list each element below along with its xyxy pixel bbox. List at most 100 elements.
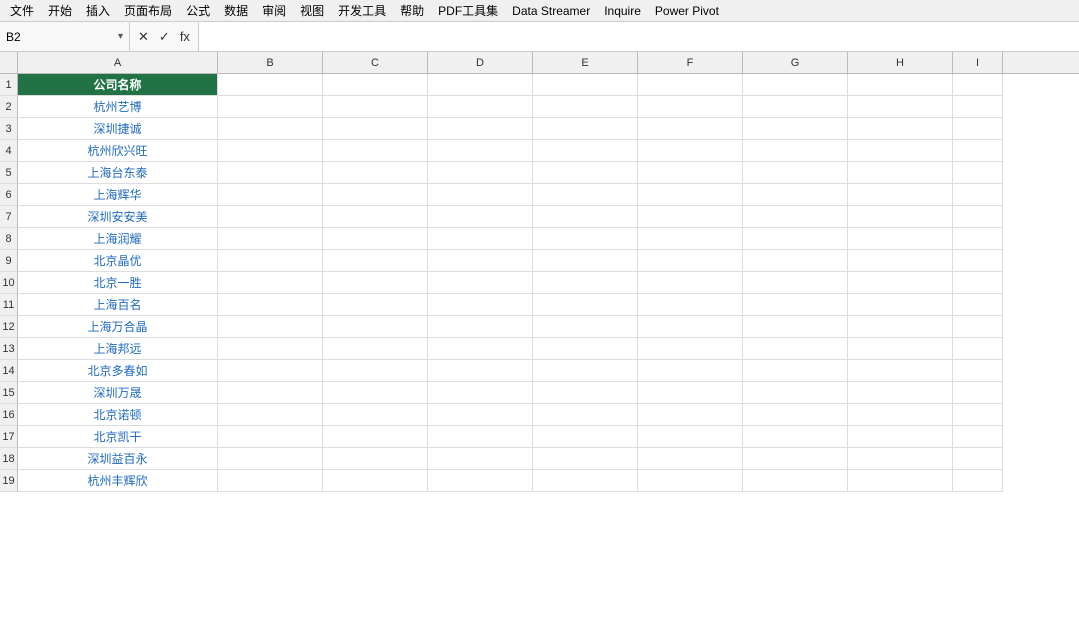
cell-H4[interactable] (848, 140, 953, 162)
cell-A13[interactable]: 上海邦远 (18, 338, 218, 360)
cell-D7[interactable] (428, 206, 533, 228)
cell-E14[interactable] (533, 360, 638, 382)
row-header-8[interactable]: 8 (0, 228, 18, 250)
cell-A7[interactable]: 深圳安安美 (18, 206, 218, 228)
cell-B16[interactable] (218, 404, 323, 426)
cell-F3[interactable] (638, 118, 743, 140)
cell-G18[interactable] (743, 448, 848, 470)
cell-A14[interactable]: 北京多春如 (18, 360, 218, 382)
cell-C13[interactable] (323, 338, 428, 360)
menu-item-10[interactable]: PDF工具集 (432, 0, 504, 21)
cell-I17[interactable] (953, 426, 1003, 448)
cell-C4[interactable] (323, 140, 428, 162)
cell-A16[interactable]: 北京诺顿 (18, 404, 218, 426)
name-box[interactable]: B2 ▾ (0, 22, 130, 51)
cell-H17[interactable] (848, 426, 953, 448)
menu-item-4[interactable]: 公式 (180, 0, 216, 21)
cell-E9[interactable] (533, 250, 638, 272)
cell-C6[interactable] (323, 184, 428, 206)
cell-C12[interactable] (323, 316, 428, 338)
confirm-formula-button[interactable]: ✓ (155, 27, 174, 47)
cell-I1[interactable] (953, 74, 1003, 96)
cell-E3[interactable] (533, 118, 638, 140)
cell-C1[interactable] (323, 74, 428, 96)
cell-B15[interactable] (218, 382, 323, 404)
cell-A4[interactable]: 杭州欣兴旺 (18, 140, 218, 162)
col-header-D[interactable]: D (428, 52, 533, 73)
cell-B19[interactable] (218, 470, 323, 492)
cell-E1[interactable] (533, 74, 638, 96)
cell-C18[interactable] (323, 448, 428, 470)
cell-E17[interactable] (533, 426, 638, 448)
cell-C5[interactable] (323, 162, 428, 184)
cell-B8[interactable] (218, 228, 323, 250)
cell-F12[interactable] (638, 316, 743, 338)
cell-H1[interactable] (848, 74, 953, 96)
row-header-14[interactable]: 14 (0, 360, 18, 382)
row-header-19[interactable]: 19 (0, 470, 18, 492)
row-header-16[interactable]: 16 (0, 404, 18, 426)
cell-D13[interactable] (428, 338, 533, 360)
menu-item-0[interactable]: 文件 (4, 0, 40, 21)
cell-H15[interactable] (848, 382, 953, 404)
col-header-H[interactable]: H (848, 52, 953, 73)
cell-C17[interactable] (323, 426, 428, 448)
cell-A2[interactable]: 杭州艺博 (18, 96, 218, 118)
cell-E13[interactable] (533, 338, 638, 360)
cell-B12[interactable] (218, 316, 323, 338)
cell-F11[interactable] (638, 294, 743, 316)
cell-E18[interactable] (533, 448, 638, 470)
cell-D14[interactable] (428, 360, 533, 382)
cell-B6[interactable] (218, 184, 323, 206)
cell-F18[interactable] (638, 448, 743, 470)
cell-E15[interactable] (533, 382, 638, 404)
cell-D10[interactable] (428, 272, 533, 294)
menu-item-6[interactable]: 审阅 (256, 0, 292, 21)
cell-D16[interactable] (428, 404, 533, 426)
cell-I4[interactable] (953, 140, 1003, 162)
cell-F7[interactable] (638, 206, 743, 228)
col-header-A[interactable]: A (18, 52, 218, 73)
cell-I10[interactable] (953, 272, 1003, 294)
row-header-2[interactable]: 2 (0, 96, 18, 118)
cell-G10[interactable] (743, 272, 848, 294)
cell-C19[interactable] (323, 470, 428, 492)
col-header-G[interactable]: G (743, 52, 848, 73)
cell-E6[interactable] (533, 184, 638, 206)
cell-G19[interactable] (743, 470, 848, 492)
cell-D17[interactable] (428, 426, 533, 448)
cell-B1[interactable] (218, 74, 323, 96)
cell-H18[interactable] (848, 448, 953, 470)
cell-G8[interactable] (743, 228, 848, 250)
cell-I7[interactable] (953, 206, 1003, 228)
cell-D9[interactable] (428, 250, 533, 272)
cell-G4[interactable] (743, 140, 848, 162)
cell-G7[interactable] (743, 206, 848, 228)
cell-F16[interactable] (638, 404, 743, 426)
menu-item-12[interactable]: Inquire (598, 2, 647, 20)
cell-G5[interactable] (743, 162, 848, 184)
cell-B4[interactable] (218, 140, 323, 162)
cell-I16[interactable] (953, 404, 1003, 426)
cell-E19[interactable] (533, 470, 638, 492)
cell-G17[interactable] (743, 426, 848, 448)
row-header-7[interactable]: 7 (0, 206, 18, 228)
cell-H6[interactable] (848, 184, 953, 206)
row-header-4[interactable]: 4 (0, 140, 18, 162)
cell-A17[interactable]: 北京凯干 (18, 426, 218, 448)
cell-B3[interactable] (218, 118, 323, 140)
cell-D2[interactable] (428, 96, 533, 118)
cell-A15[interactable]: 深圳万晟 (18, 382, 218, 404)
cell-F2[interactable] (638, 96, 743, 118)
cell-H13[interactable] (848, 338, 953, 360)
cell-B11[interactable] (218, 294, 323, 316)
cell-I15[interactable] (953, 382, 1003, 404)
row-header-13[interactable]: 13 (0, 338, 18, 360)
cell-D12[interactable] (428, 316, 533, 338)
menu-item-11[interactable]: Data Streamer (506, 2, 596, 20)
cell-A8[interactable]: 上海润耀 (18, 228, 218, 250)
cell-C3[interactable] (323, 118, 428, 140)
menu-item-3[interactable]: 页面布局 (118, 0, 178, 21)
cell-B5[interactable] (218, 162, 323, 184)
cell-C8[interactable] (323, 228, 428, 250)
